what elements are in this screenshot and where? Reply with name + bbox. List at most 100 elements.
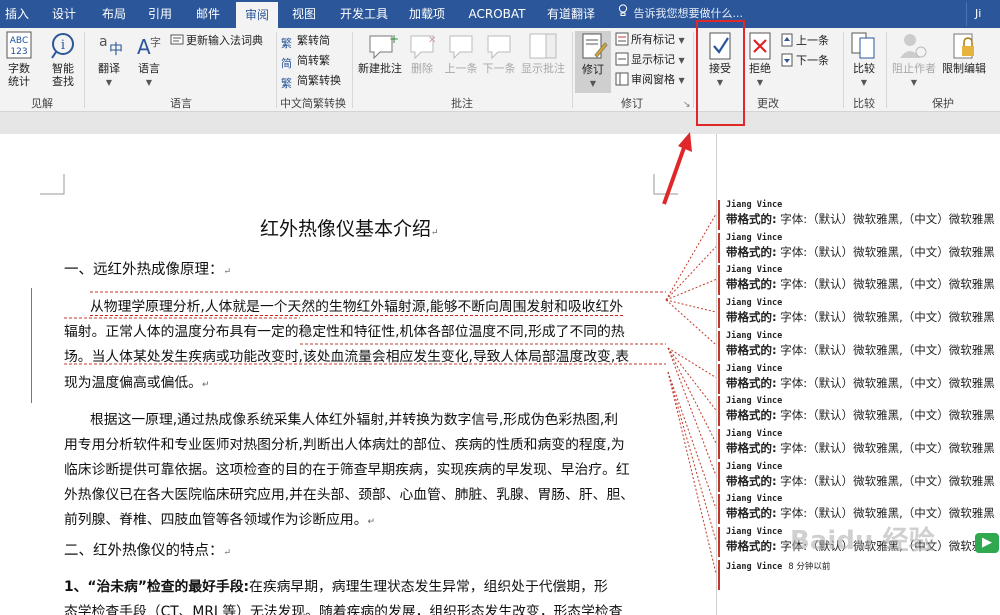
- balloon-format-detail: 带格式的: 字体:（默认）微软雅黑,（中文）微软雅黑: [726, 244, 995, 260]
- tab-addins[interactable]: 加载项: [402, 0, 452, 28]
- traditional-to-simplified-button[interactable]: 繁繁转简: [281, 32, 330, 50]
- smart-lookup-icon: i: [46, 30, 80, 62]
- balloon-format-value: 字体:（默认）微软雅黑,（中文）微软雅黑: [776, 440, 995, 455]
- previous-comment-label: 上一条: [444, 62, 478, 75]
- previous-comment-button[interactable]: 上一条: [442, 30, 480, 75]
- body-text: 态学检查手段（CT、MRI 等）无法发现。随着疾病的发展，组织形态发生改变，形态…: [64, 604, 623, 615]
- new-comment-button[interactable]: + 新建批注: [356, 30, 404, 75]
- heading-2[interactable]: 二、红外热像仪的特点：↵: [64, 539, 231, 560]
- revision-balloon[interactable]: Jiang Vince 带格式的: 字体:（默认）微软雅黑,（中文）微软雅黑: [718, 330, 1000, 361]
- show-comments-button[interactable]: 显示批注: [518, 30, 568, 75]
- svg-text:ABC: ABC: [10, 36, 28, 46]
- tab-mailings[interactable]: 邮件: [188, 0, 228, 28]
- revision-balloon[interactable]: Jiang Vince8 分钟以前带格式的: 字体:（默认）微软雅黑,（中文）微…: [718, 559, 1000, 590]
- tab-youdao[interactable]: 有道翻译: [540, 0, 602, 28]
- tab-layout[interactable]: 布局: [94, 0, 134, 28]
- svg-text:中: 中: [109, 42, 123, 58]
- paragraph-line[interactable]: 外热像仪已在各大医院临床研究应用,并在头部、颈部、心血管、肺脏、乳腺、胃肠、肝、…: [64, 483, 634, 503]
- ribbon-tab-bar: 插入 设计 布局 引用 邮件 审阅 视图 开发工具 加载项 ACROBAT 有道…: [0, 0, 1000, 28]
- paragraph-line[interactable]: 场。当人体某处发生疾病或功能改变时,该处血流量会相应发生变化,导致人体局部温度改…: [64, 345, 629, 365]
- paragraph-line[interactable]: 现为温度偏高或偏低。↵: [64, 371, 210, 391]
- paragraph-line[interactable]: 态学检查手段（CT、MRI 等）无法发现。随着疾病的发展，组织形态发生改变，形态…: [64, 600, 623, 615]
- markup-select-value: 所有标记: [631, 33, 675, 46]
- smart-lookup-button[interactable]: i 智能 查找: [46, 30, 80, 88]
- block-authors-button[interactable]: 阻止作者 ▼: [888, 30, 940, 88]
- revision-balloon[interactable]: Jiang Vince 带格式的: 字体:（默认）微软雅黑,（中文）微软雅黑: [718, 396, 1000, 427]
- revision-balloon[interactable]: Jiang Vince 带格式的: 字体:（默认）微软雅黑,（中文）微软雅黑: [718, 265, 1000, 296]
- ribbon: ABC 123 字数 统计 i 智能 查找 见解 a中 翻译 ▼ A字 语言 ▼ …: [0, 28, 1000, 112]
- paragraph-line[interactable]: 临床诊断提供可靠依据。这项检查的目的在于筛查早期疾病，实现疾病的早发现、早治疗。…: [64, 458, 630, 478]
- balloon-format-label: 带格式的:: [726, 212, 777, 226]
- reject-button[interactable]: 拒绝 ▼: [744, 30, 776, 88]
- track-changes-button[interactable]: 修订 ▼: [575, 31, 611, 93]
- paragraph-line[interactable]: 从物理学原理分析,人体就是一个天然的生物红外辐射源,能够不断向周围发射和吸收红外: [90, 295, 624, 316]
- heading-2-text: 二、红外热像仪的特点：: [64, 543, 224, 559]
- user-account[interactable]: Ji: [966, 2, 1000, 26]
- update-ime-dictionary-button[interactable]: 更新输入法词典: [170, 32, 263, 50]
- paragraph-line[interactable]: 辐射。正常人体的温度分布具有一定的稳定性和特征性,机体各部位温度不同,形成了不同…: [64, 320, 625, 340]
- balloon-format-value: 字体:（默认）微软雅黑,（中文）微软雅黑: [776, 212, 995, 226]
- show-markup-label: 显示标记: [631, 53, 675, 66]
- revision-balloon[interactable]: Jiang Vince 带格式的: 字体:（默认）微软雅黑,（中文）微软雅黑: [718, 363, 1000, 394]
- word-count-button[interactable]: ABC 123 字数 统计: [2, 30, 36, 88]
- balloon-format-detail: 带格式的: 字体:（默认）微软雅黑,（中文）微软雅黑: [726, 440, 995, 456]
- tab-developer[interactable]: 开发工具: [333, 0, 395, 28]
- balloon-format-detail: 带格式的: 字体:（默认）微软雅黑,（中文）微软雅黑: [726, 505, 995, 521]
- lightbulb-icon: [618, 0, 630, 28]
- balloon-format-value: 字体:（默认）微软雅黑,（中文）微软雅黑: [776, 375, 995, 390]
- next-change-icon: [780, 53, 794, 67]
- revision-balloon[interactable]: Jiang Vince 带格式的: 字体:（默认）微软雅黑,（中文）微软雅黑: [718, 428, 1000, 459]
- reviewing-pane-button[interactable]: 审阅窗格 ▼: [615, 71, 685, 89]
- translate-icon: a中: [92, 30, 126, 62]
- body-text: 临床诊断提供可靠依据。这项检查的目的在于筛查早期疾病，实现疾病的早发现、早治疗。…: [64, 462, 630, 478]
- translate-button[interactable]: a中 翻译 ▼: [92, 30, 126, 88]
- tab-insert[interactable]: 插入: [0, 0, 34, 28]
- annotation-arrow: [662, 132, 692, 205]
- paragraph-line[interactable]: 用专用分析软件和专业医师对热图分析,判断出人体病灶的部位、疾病的性质和病变的程度…: [64, 433, 625, 453]
- document-title[interactable]: 红外热像仪基本介绍↵: [260, 214, 439, 241]
- dialog-launcher-icon: ↘: [683, 100, 691, 110]
- chevron-down-icon: ▼: [678, 56, 685, 65]
- restrict-editing-button[interactable]: 限制编辑: [940, 30, 988, 75]
- balloon-format-detail: 带格式的: 字体:（默认）微软雅黑,（中文）微软雅黑: [726, 211, 995, 227]
- language-button[interactable]: A字 语言 ▼: [132, 30, 166, 88]
- delete-comment-button[interactable]: ✕ 删除: [406, 30, 438, 75]
- paragraph-line[interactable]: 前列腺、脊椎、四肢血管等各领域作为诊断应用。↵: [64, 508, 375, 528]
- show-comments-label: 显示批注: [521, 62, 565, 75]
- balloon-format-value: 字体:（默认）微软雅黑,（中文）微软雅黑: [776, 244, 995, 259]
- show-markup-icon: [615, 52, 629, 66]
- show-markup-button[interactable]: 显示标记 ▼: [615, 51, 685, 69]
- tab-view[interactable]: 视图: [284, 0, 324, 28]
- previous-change-button[interactable]: 上一条: [780, 32, 829, 50]
- tab-acrobat[interactable]: ACROBAT: [462, 0, 532, 28]
- group-label-protect: 保护: [932, 97, 954, 110]
- reject-icon: [744, 30, 776, 62]
- chinese-conversion-button[interactable]: 繁简繁转换: [281, 72, 341, 90]
- document-page[interactable]: 红外热像仪基本介绍↵ 一、远红外热成像原理：↵ 从物理学原理分析,人体就是一个天…: [0, 134, 716, 615]
- paragraph-line[interactable]: 1、“治未病”检查的最好手段:在疾病早期，病理生理状态发生异常，组织处于代偿期，…: [64, 575, 608, 595]
- markup-icon: [615, 32, 629, 46]
- heading-1[interactable]: 一、远红外热成像原理：↵: [64, 258, 231, 279]
- revision-balloon[interactable]: Jiang Vince 带格式的: 字体:（默认）微软雅黑,（中文）微软雅黑: [718, 298, 1000, 329]
- balloon-format-label: 带格式的:: [726, 375, 777, 390]
- reviewing-pane-label: 审阅窗格: [631, 73, 675, 86]
- revision-balloon[interactable]: Jiang Vince 带格式的: 字体:（默认）微软雅黑,（中文）微软雅黑: [718, 461, 1000, 492]
- tracking-options-launcher[interactable]: ↘: [683, 96, 691, 114]
- revision-balloon[interactable]: Jiang Vince 带格式的: 字体:（默认）微软雅黑,（中文）微软雅黑: [718, 200, 1000, 230]
- simplified-to-traditional-button[interactable]: 简简转繁: [281, 52, 330, 70]
- compare-button[interactable]: 比较 ▼: [846, 30, 882, 88]
- reject-label: 拒绝: [749, 62, 771, 75]
- markup-select[interactable]: 所有标记 ▼: [615, 31, 685, 49]
- next-comment-button[interactable]: 下一条: [480, 30, 518, 75]
- next-change-button[interactable]: 下一条: [780, 52, 829, 70]
- language-icon: A字: [132, 30, 166, 62]
- to-traditional-label: 简转繁: [297, 54, 330, 67]
- revision-balloon[interactable]: Jiang Vince 带格式的: 字体:（默认）微软雅黑,（中文）微软雅黑: [718, 232, 1000, 263]
- chevron-down-icon: ▼: [860, 78, 868, 87]
- tab-design[interactable]: 设计: [44, 0, 84, 28]
- convert-icon: 繁: [281, 77, 292, 90]
- tab-review[interactable]: 审阅: [236, 2, 278, 28]
- paragraph-line[interactable]: 根据这一原理,通过热成像系统采集人体红外辐射,并转换为数字信号,形成伪色彩热图,…: [90, 408, 618, 428]
- svg-text:+: +: [389, 32, 399, 46]
- tab-references[interactable]: 引用: [140, 0, 180, 28]
